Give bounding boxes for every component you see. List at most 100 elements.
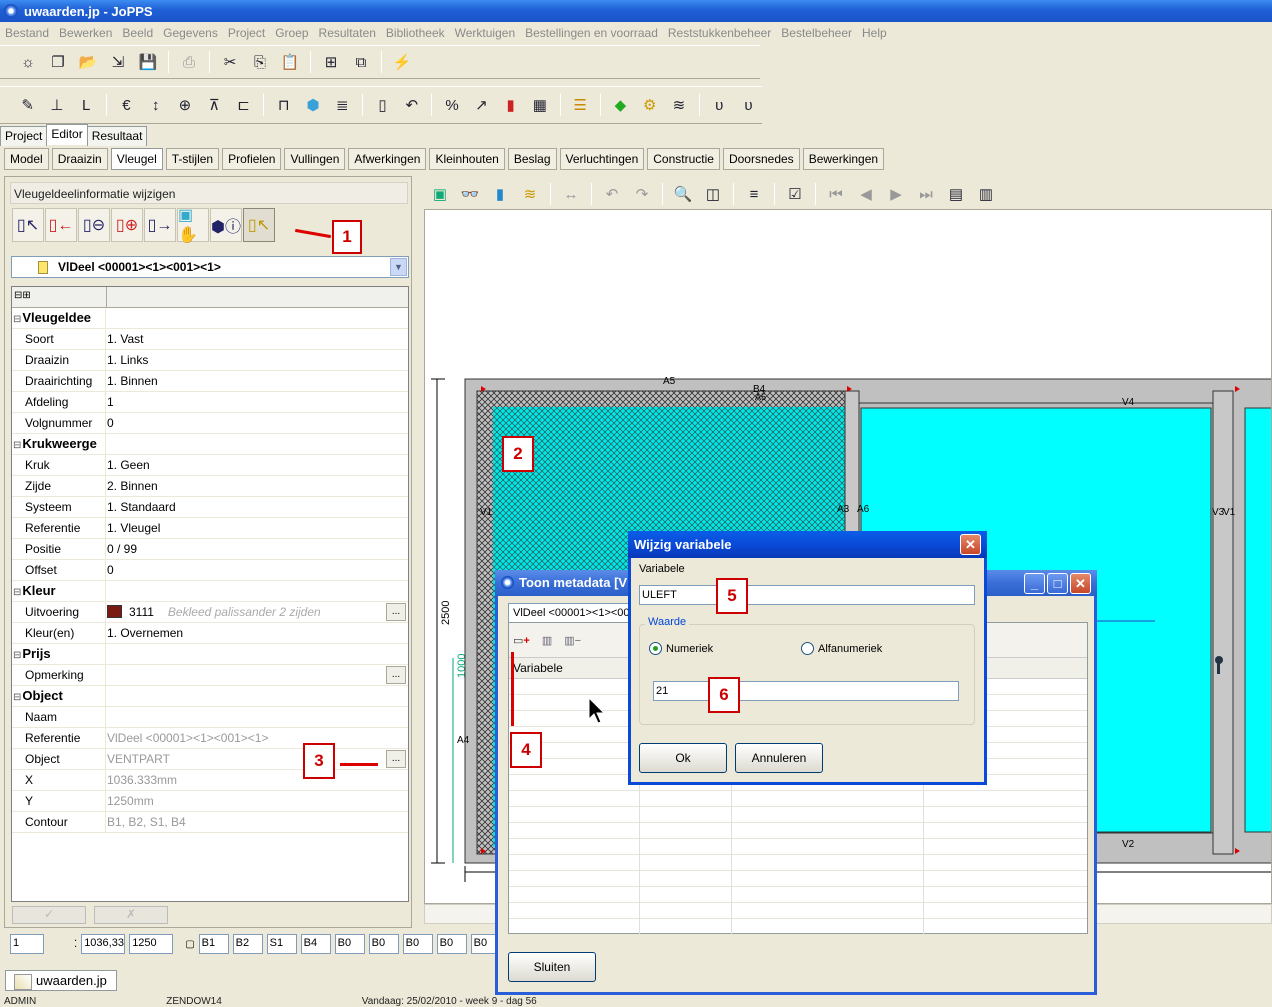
field-b0-4[interactable]: B0: [436, 934, 467, 954]
map-icon[interactable]: ◆: [607, 92, 634, 118]
object-ellipsis-button[interactable]: ...: [386, 750, 406, 768]
save-icon[interactable]: 💾: [134, 49, 162, 75]
dialog-close-icon[interactable]: ✕: [960, 534, 981, 555]
tab-kleinhouten[interactable]: Kleinhouten: [429, 148, 505, 170]
menu-reststukken[interactable]: Reststukkenbeheer: [668, 26, 771, 40]
tab-resultaat[interactable]: Resultaat: [86, 126, 148, 146]
undo-icon[interactable]: ↶: [598, 181, 626, 207]
paste-icon[interactable]: 📋: [276, 49, 304, 75]
measure-icon[interactable]: ↔: [557, 181, 585, 207]
field-b4[interactable]: B4: [300, 934, 331, 954]
prop-positie[interactable]: Positie 0 / 99: [12, 539, 408, 560]
next-icon[interactable]: ▶: [882, 181, 910, 207]
group-kleur[interactable]: Kleur: [12, 581, 408, 602]
profile-tool-3-icon[interactable]: L: [73, 92, 100, 118]
menu-bibliotheek[interactable]: Bibliotheek: [386, 26, 445, 40]
tab-doorsnedes[interactable]: Doorsnedes: [722, 148, 800, 170]
prop-volgnummer[interactable]: Volgnummer 0: [12, 413, 408, 434]
tab-bewerkingen[interactable]: Bewerkingen: [802, 148, 885, 170]
apply-button[interactable]: ✓: [12, 906, 86, 924]
zoom-icon[interactable]: 🔍: [669, 181, 697, 207]
sluiten-button[interactable]: Sluiten: [508, 952, 596, 982]
zoom-box-icon[interactable]: ◫: [699, 181, 727, 207]
menu-bewerken[interactable]: Bewerken: [59, 26, 112, 40]
metadata-part-combo[interactable]: VlDeel <00001><1><001: [508, 603, 638, 623]
percent-icon[interactable]: %: [438, 92, 465, 118]
menu-bestelbeheer[interactable]: Bestelbeheer: [781, 26, 852, 40]
gear-icon[interactable]: ⚙: [636, 92, 663, 118]
dimension-icon[interactable]: ↕: [142, 92, 169, 118]
prop-opmerking[interactable]: Opmerking...: [12, 665, 408, 686]
variable-glass-icon[interactable]: υ: [735, 92, 762, 118]
windows-icon[interactable]: ⧉: [347, 49, 375, 75]
tab-editor[interactable]: Editor: [46, 124, 88, 145]
menu-werktuigen[interactable]: Werktuigen: [455, 26, 515, 40]
redo-icon[interactable]: ↷: [628, 181, 656, 207]
radio-alfanumeriek[interactable]: Alfanumeriek: [801, 642, 882, 655]
tab-vleugel[interactable]: Vleugel: [110, 148, 163, 170]
checklist-icon[interactable]: ☑: [781, 181, 809, 207]
cube-icon[interactable]: ⬢: [299, 92, 326, 118]
select-grid-icon[interactable]: ⊞: [317, 49, 345, 75]
open-folder-icon[interactable]: 📂: [74, 49, 102, 75]
field-s1[interactable]: S1: [266, 934, 297, 954]
prop-object[interactable]: Object VENTPART...: [12, 749, 408, 770]
glass-icon[interactable]: ▯: [369, 92, 396, 118]
close-icon[interactable]: ✕: [1070, 573, 1091, 594]
group-vleugeldeel[interactable]: Vleugeldee: [12, 308, 408, 329]
export-icon[interactable]: ⇲: [104, 49, 132, 75]
edit-variable-icon[interactable]: ▥: [542, 634, 552, 647]
sheet-list-icon[interactable]: ▥: [972, 181, 1000, 207]
sash-right-icon[interactable]: ▯→: [144, 208, 176, 242]
menu-bestand[interactable]: Bestand: [5, 26, 49, 40]
copy-doc-icon[interactable]: ❐: [44, 49, 72, 75]
profile-tool-2-icon[interactable]: ⊥: [43, 92, 70, 118]
menu-beeld[interactable]: Beeld: [122, 26, 153, 40]
discard-button[interactable]: ✗: [94, 906, 168, 924]
sheet-icon[interactable]: ▤: [942, 181, 970, 207]
collapse-all-icon[interactable]: ⊟⊞: [14, 290, 31, 301]
frame-view-icon[interactable]: ▣: [426, 181, 454, 207]
field-b0-2[interactable]: B0: [368, 934, 399, 954]
field-count[interactable]: 1: [10, 934, 44, 954]
sash-part-select-icon[interactable]: ▯↖: [243, 208, 275, 242]
tab-project[interactable]: Project: [0, 126, 48, 146]
field-b1[interactable]: B1: [198, 934, 229, 954]
maximize-icon[interactable]: □: [1047, 573, 1068, 594]
tab-constructie[interactable]: Constructie: [647, 148, 720, 170]
opmerking-ellipsis-button[interactable]: ...: [386, 666, 406, 684]
prop-zijde[interactable]: Zijde 2. Binnen: [12, 476, 408, 497]
prop-draairichting[interactable]: Draairichting 1. Binnen: [12, 371, 408, 392]
hinge-icon[interactable]: ⊼: [201, 92, 228, 118]
part-selector[interactable]: VlDeel <00001><1><001><1> ▼: [11, 256, 409, 278]
profile-tool-1-icon[interactable]: ✎: [14, 92, 41, 118]
sash-remove-icon[interactable]: ▯⊖: [78, 208, 110, 242]
prop-soort[interactable]: Soort 1. Vast: [12, 329, 408, 350]
sash-hand-icon[interactable]: ▣✋: [177, 207, 209, 244]
tab-beslag[interactable]: Beslag: [507, 148, 557, 170]
field-b0-1[interactable]: B0: [334, 934, 365, 954]
cut-icon[interactable]: ✂: [216, 49, 244, 75]
prop-kleuren[interactable]: Kleur(en) 1. Overnemen: [12, 623, 408, 644]
prop-kruk[interactable]: Kruk 1. Geen: [12, 455, 408, 476]
annuleren-button[interactable]: Annuleren: [735, 743, 823, 773]
remove-variable-icon[interactable]: ▥−: [564, 634, 581, 647]
document-tab[interactable]: uwaarden.jp: [5, 970, 117, 991]
sash-left-icon[interactable]: ▯←: [45, 208, 77, 242]
prev-icon[interactable]: ◀: [852, 181, 880, 207]
uitvoering-ellipsis-button[interactable]: ...: [386, 603, 406, 621]
tab-profielen[interactable]: Profielen: [222, 148, 282, 170]
first-icon[interactable]: ⏮: [822, 181, 850, 207]
prop-systeem[interactable]: Systeem 1. Standaard: [12, 497, 408, 518]
layers-icon[interactable]: ≋: [516, 181, 544, 207]
group-krukweergave[interactable]: Krukweerge: [12, 434, 408, 455]
section-icon[interactable]: ⊓: [270, 92, 297, 118]
value-input[interactable]: 21: [653, 681, 959, 701]
menu-gegevens[interactable]: Gegevens: [163, 26, 218, 40]
chevron-down-icon[interactable]: ▼: [390, 258, 407, 276]
add-variable-icon[interactable]: ▭+: [513, 634, 530, 647]
tab-draaizin[interactable]: Draaizin: [51, 148, 108, 170]
menu-bestellingen[interactable]: Bestellingen en voorraad: [525, 26, 658, 40]
list-icon[interactable]: ☰: [567, 92, 594, 118]
table-icon[interactable]: ▦: [526, 92, 553, 118]
